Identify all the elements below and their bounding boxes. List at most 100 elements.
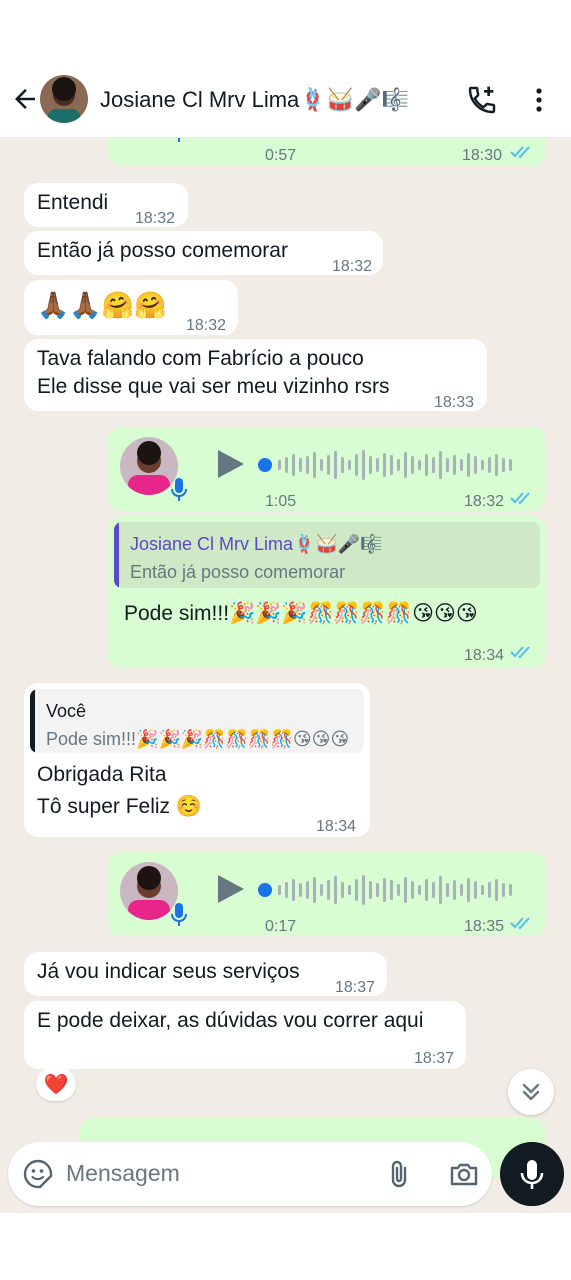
waveform-bar — [383, 453, 386, 477]
voice-waveform[interactable] — [258, 870, 526, 910]
waveform-bar — [348, 885, 351, 895]
voice-waveform[interactable] — [258, 445, 526, 485]
chevron-double-down-icon[interactable] — [508, 1069, 554, 1115]
message-text: Pode sim!!!🎉🎉🎉🎊🎊🎊🎊😘😘😘 — [124, 602, 478, 625]
quote-bar — [30, 689, 35, 753]
message-time: 18:32 — [332, 258, 373, 275]
waveform-bar — [495, 879, 498, 901]
waveform-bar — [327, 880, 330, 900]
voice-record-mic-icon[interactable] — [500, 1142, 564, 1206]
waveform-bar — [502, 458, 505, 472]
double-check-icon — [510, 646, 530, 659]
add-call-icon[interactable] — [466, 84, 498, 116]
voice-duration: 0:17 — [265, 918, 297, 935]
voice-message[interactable]: 0:17 18:35 — [108, 852, 546, 936]
mic-icon — [171, 478, 187, 501]
incoming-message[interactable]: Tava falando com Fabrício a pouco Ele di… — [24, 339, 487, 411]
message-input[interactable]: Mensagem — [66, 1160, 180, 1187]
waveform-bar — [481, 460, 484, 470]
waveform-bar — [467, 878, 470, 902]
waveform-bar — [334, 451, 337, 479]
incoming-message[interactable]: Então já posso comemorar 18:32 — [24, 231, 383, 275]
mic-icon — [178, 138, 180, 142]
message-text: E pode deixar, as dúvidas vou correr aqu… — [37, 1009, 424, 1032]
waveform-bar — [509, 459, 512, 471]
contact-name[interactable]: Josiane Cl Mrv Lima🪢🥁🎤🎼 — [100, 87, 409, 113]
message-text-line: Obrigada Rita — [37, 763, 167, 786]
quote-text: Pode sim!!!🎉🎉🎉🎊🎊🎊🎊😘😘😘 — [46, 729, 350, 749]
message-time: 18:34 — [464, 647, 505, 664]
waveform-bar — [369, 456, 372, 474]
message-time: 18:32 — [464, 493, 505, 510]
waveform-bar — [418, 885, 421, 895]
waveform-bar — [460, 459, 463, 471]
waveform-bar — [432, 457, 435, 473]
waveform-bar — [376, 883, 379, 897]
waveform-bar — [397, 884, 400, 896]
waveform-bar — [313, 452, 316, 478]
waveform-bar — [411, 456, 414, 474]
waveform-bar — [362, 450, 365, 480]
waveform-bar — [285, 882, 288, 898]
quoted-message[interactable]: Você Pode sim!!!🎉🎉🎉🎊🎊🎊🎊😘😘😘 — [30, 689, 364, 753]
incoming-message[interactable]: 🙏🏾🙏🏾🤗🤗 18:32 — [24, 280, 238, 335]
quote-author: Você — [46, 701, 87, 721]
waveform-bar — [320, 459, 323, 471]
waveform-bar — [502, 883, 505, 897]
waveform-bar — [376, 458, 379, 472]
waveform-bar — [362, 875, 365, 905]
waveform-bar — [355, 879, 358, 901]
waveform-bar — [446, 883, 449, 897]
quote-text: Então já posso comemorar — [130, 562, 346, 582]
waveform-bar — [320, 884, 323, 896]
reply-message[interactable]: Josiane Cl Mrv Lima🪢🥁🎤🎼 Então já posso c… — [108, 516, 546, 668]
attach-icon[interactable] — [386, 1158, 412, 1190]
more-vertical-icon[interactable] — [526, 84, 552, 116]
message-time: 18:34 — [316, 818, 357, 835]
waveform-bar — [285, 457, 288, 473]
waveform-bar — [327, 455, 330, 475]
message-text-line: Ele disse que vai ser meu vizinho rsrs — [37, 375, 390, 398]
message-text: Então já posso comemorar — [37, 239, 288, 262]
waveform-bar — [383, 878, 386, 902]
message-text: Já vou indicar seus serviços — [37, 960, 300, 983]
waveform-bar — [488, 882, 491, 898]
camera-icon[interactable] — [448, 1158, 480, 1190]
waveform-bar — [369, 881, 372, 899]
quote-bar — [114, 522, 119, 588]
heart-reaction[interactable]: ❤️ — [36, 1067, 76, 1101]
play-icon[interactable] — [212, 872, 246, 906]
waveform-bar — [488, 457, 491, 473]
waveform-bar — [306, 881, 309, 899]
waveform-bar — [432, 882, 435, 898]
waveform-bar — [278, 460, 281, 470]
play-icon[interactable] — [212, 447, 246, 481]
mic-icon — [171, 903, 187, 926]
contact-avatar[interactable] — [40, 75, 88, 123]
quote-author: Josiane Cl Mrv Lima🪢🥁🎤🎼 — [130, 534, 383, 554]
message-time: 18:35 — [464, 918, 505, 935]
waveform-bar — [348, 460, 351, 470]
waveform-bar — [313, 877, 316, 903]
chat-area[interactable]: 0:57 18:30 Entendi 18:32 Então já posso … — [0, 138, 571, 1213]
waveform-bar — [404, 452, 407, 478]
message-composer[interactable]: Mensagem — [8, 1142, 492, 1206]
incoming-message[interactable]: Já vou indicar seus serviços 18:37 — [24, 952, 387, 996]
waveform-bar — [411, 881, 414, 899]
quoted-message[interactable]: Josiane Cl Mrv Lima🪢🥁🎤🎼 Então já posso c… — [114, 522, 540, 588]
message-text-line: Tava falando com Fabrício a pouco — [37, 347, 364, 370]
waveform-bar — [495, 454, 498, 476]
incoming-message[interactable]: E pode deixar, as dúvidas vou correr aqu… — [24, 1001, 466, 1069]
voice-message[interactable]: 1:05 18:32 — [108, 427, 546, 511]
waveform-bar — [341, 882, 344, 898]
reply-message[interactable]: Você Pode sim!!!🎉🎉🎉🎊🎊🎊🎊😘😘😘 Obrigada Rita… — [24, 683, 370, 837]
incoming-message[interactable]: Entendi 18:32 — [24, 183, 188, 227]
double-check-icon — [510, 917, 530, 930]
message-text: Entendi — [37, 191, 109, 214]
double-check-icon — [510, 146, 530, 159]
sticker-icon[interactable] — [22, 1158, 54, 1190]
back-arrow-icon[interactable] — [10, 84, 40, 114]
voice-message-partial[interactable]: 0:57 18:30 — [108, 138, 546, 166]
waveform-bar — [425, 454, 428, 476]
waveform-bar — [404, 877, 407, 903]
